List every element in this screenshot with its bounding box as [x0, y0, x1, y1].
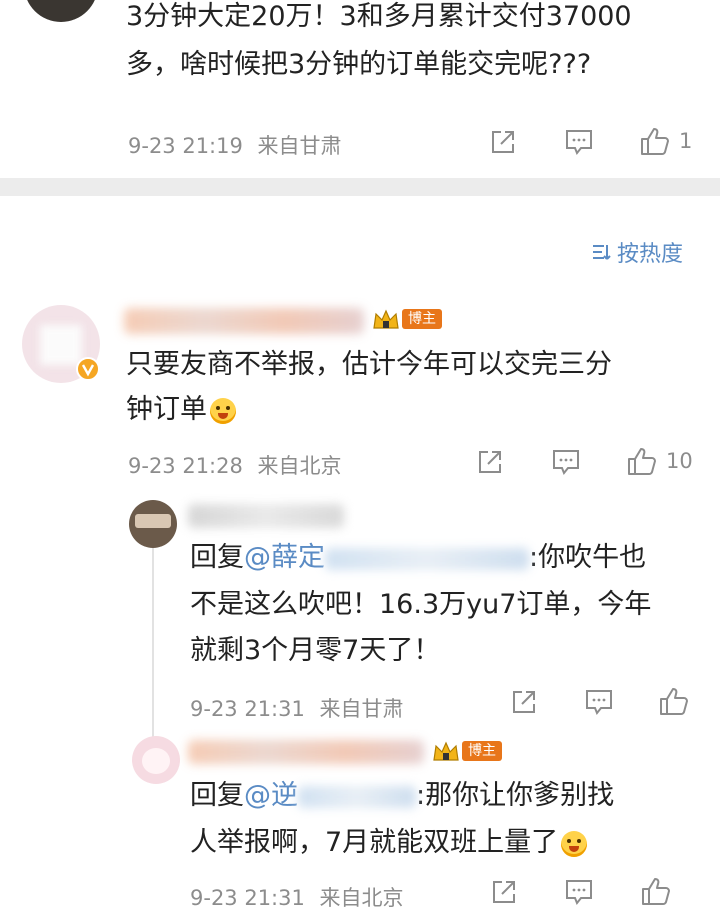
reply-text-line: 人举报啊，7月就能双班上量了 [190, 820, 588, 866]
timestamp: 9-23 21:31 [190, 886, 305, 910]
like-button[interactable] [658, 686, 690, 716]
location: 来自甘肃 [257, 134, 342, 158]
section-divider [0, 178, 720, 196]
like-icon [640, 876, 672, 906]
like-count: 1 [679, 129, 693, 153]
share-button[interactable] [510, 688, 538, 716]
like-button[interactable]: 10 [626, 446, 693, 476]
avatar[interactable] [132, 736, 180, 784]
comment-text-line: 3分钟大定20万！3和多月累计交付37000 [126, 1, 632, 32]
share-button[interactable] [476, 448, 504, 476]
sort-toggle[interactable]: 按热度 [591, 236, 683, 268]
reply-text: 人举报啊，7月就能双班上量了 [190, 827, 559, 858]
share-icon [510, 688, 538, 716]
location: 来自北京 [257, 454, 342, 478]
comment-icon [564, 878, 594, 906]
comment-icon [564, 128, 594, 156]
share-button[interactable] [489, 128, 517, 156]
thread-line [152, 548, 154, 738]
comment-button[interactable] [584, 688, 614, 716]
comment-button[interactable] [551, 448, 581, 476]
crown-icon [432, 738, 460, 764]
comment-button[interactable] [564, 128, 594, 156]
username-redacted [124, 308, 364, 334]
reply-text: :你吹牛也 [529, 542, 647, 573]
avatar[interactable] [129, 500, 177, 548]
timestamp: 9-23 21:31 [190, 697, 305, 721]
sort-label: 按热度 [617, 242, 684, 267]
like-icon [639, 126, 671, 156]
like-count: 10 [666, 449, 693, 473]
timestamp: 9-23 21:28 [128, 454, 243, 478]
reply-text-line: 回复@逆 :那你让你爹别找 [190, 773, 614, 819]
share-icon [490, 878, 518, 906]
badge-label: 博主 [402, 309, 442, 329]
reply-time: 9-23 21:31 来自北京 [190, 882, 404, 912]
location: 来自甘肃 [319, 697, 404, 721]
comment-time: 9-23 21:28 来自北京 [128, 450, 342, 480]
like-button[interactable]: 1 [639, 126, 692, 156]
mention-link[interactable]: @薛定 [244, 542, 325, 573]
mention-link[interactable]: @逆 [244, 780, 298, 811]
comment-button[interactable] [564, 878, 594, 906]
author-badge: 博主 [432, 738, 502, 764]
like-button[interactable] [640, 876, 672, 906]
sort-icon [591, 241, 613, 263]
like-icon [658, 686, 690, 716]
badge-label: 博主 [462, 741, 502, 761]
reply-prefix: 回复 [190, 542, 244, 573]
emoji-icon [561, 830, 588, 857]
share-button[interactable] [490, 878, 518, 906]
mention-redacted [325, 547, 529, 570]
username-redacted [188, 740, 424, 764]
reply-time: 9-23 21:31 来自甘肃 [190, 693, 404, 723]
vip-icon [76, 357, 100, 381]
comment-text-line: 钟订单 [126, 387, 236, 433]
share-icon [489, 128, 517, 156]
like-icon [626, 446, 658, 476]
reply-text-line: 不是这么吹吧！16.3万yu7订单，今年 [190, 589, 652, 620]
crown-icon [372, 306, 400, 332]
share-icon [476, 448, 504, 476]
location: 来自北京 [319, 886, 404, 910]
reply-text-line: 回复@薛定 :你吹牛也 [190, 535, 646, 581]
comment-icon [551, 448, 581, 476]
avatar[interactable] [24, 0, 98, 22]
username-redacted [188, 504, 344, 528]
timestamp: 9-23 21:19 [128, 134, 243, 158]
author-badge: 博主 [372, 306, 442, 332]
comment-text-line: 多，啥时候把3分钟的订单能交完呢??? [126, 49, 592, 80]
comment-time: 9-23 21:19 来自甘肃 [128, 130, 342, 160]
comment-text-line: 只要友商不举报，估计今年可以交完三分 [126, 349, 612, 380]
reply-prefix: 回复 [190, 780, 244, 811]
comment-text: 钟订单 [126, 394, 207, 425]
reply-text: :那你让你爹别找 [416, 780, 615, 811]
reply-text-line: 就剩3个月零7天了！ [190, 635, 441, 666]
emoji-icon [210, 397, 236, 424]
mention-redacted [298, 785, 416, 808]
comment-icon [584, 688, 614, 716]
